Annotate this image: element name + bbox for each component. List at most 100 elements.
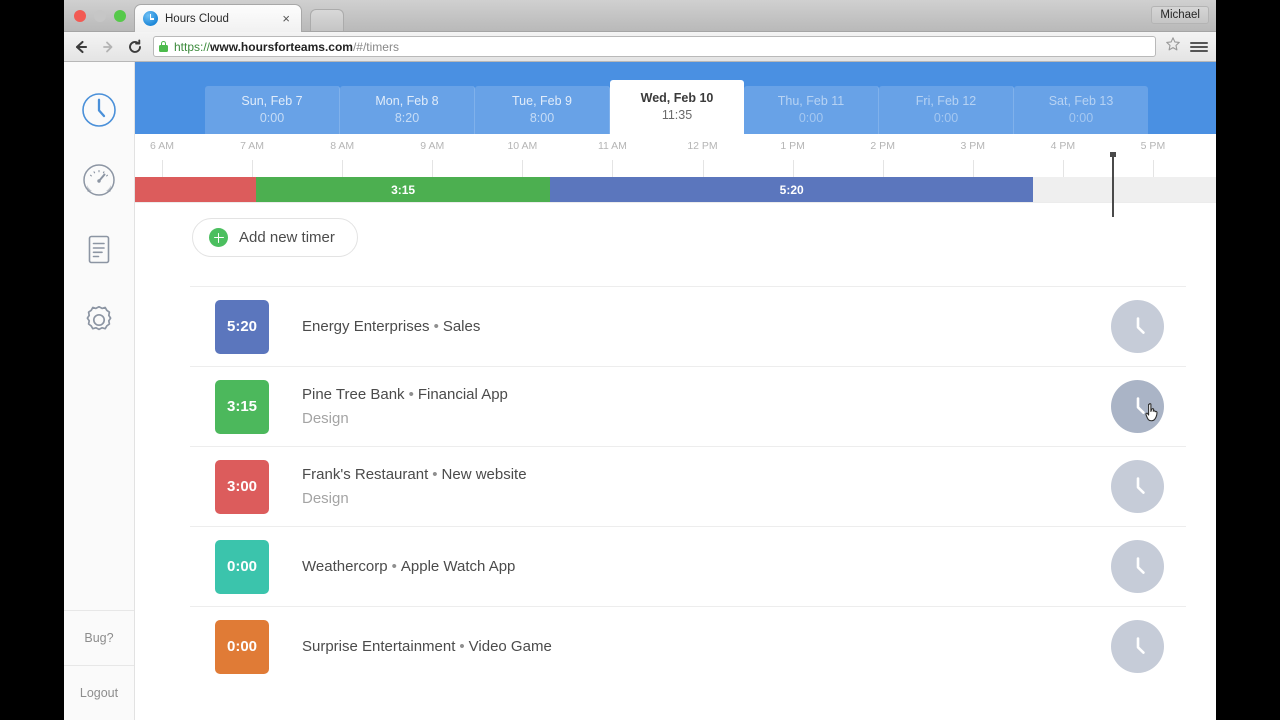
- day-tab-total: 0:00: [1068, 111, 1094, 125]
- day-tab-sat-feb-13[interactable]: Sat, Feb 13 0:00: [1014, 86, 1148, 134]
- star-icon[interactable]: [1165, 36, 1181, 57]
- new-tab-button[interactable]: [310, 9, 344, 31]
- timeline-tick-label: 2 PM: [870, 140, 895, 152]
- timeline-tick-mark: [612, 160, 614, 177]
- timeline-tick-mark: [1062, 160, 1064, 177]
- sidebar-item-dashboard[interactable]: [77, 158, 121, 202]
- address-bar[interactable]: https://www.hoursforteams.com/#/timers: [153, 36, 1156, 57]
- timer-title: Surprise Entertainment • Video Game: [302, 635, 1111, 659]
- browser-profile-button[interactable]: Michael: [1151, 6, 1209, 24]
- timer-client: Pine Tree Bank: [302, 385, 405, 403]
- timer-separator: •: [432, 465, 438, 483]
- add-timer-row: Add new timer: [135, 196, 1216, 257]
- timeline-tick-mark: [432, 160, 434, 177]
- sidebar-item-logout[interactable]: Logout: [64, 665, 134, 720]
- sidebar-item-bug[interactable]: Bug?: [64, 610, 134, 665]
- timer-row[interactable]: 5:20 Energy Enterprises • Sales: [190, 286, 1186, 366]
- timeline-tick-mark: [252, 160, 254, 177]
- close-window-button[interactable]: [74, 10, 86, 22]
- tab-title: Hours Cloud: [165, 12, 229, 25]
- timeline-tick-mark: [882, 160, 884, 177]
- day-tab-sun-feb-7[interactable]: Sun, Feb 7 0:00: [205, 86, 340, 134]
- timeline-tick-mark: [1152, 160, 1154, 177]
- timer-client: Surprise Entertainment: [302, 637, 456, 655]
- timeline-tick-label: 4 PM: [1050, 140, 1076, 152]
- day-tab-label: Thu, Feb 11: [777, 94, 845, 108]
- timer-duration-value: 0:00: [226, 558, 258, 575]
- browser-tab-strip: Hours Cloud × Michael: [64, 0, 1216, 32]
- minimize-window-button[interactable]: [94, 10, 106, 22]
- browser-tab[interactable]: Hours Cloud ×: [134, 4, 302, 32]
- timer-task: Design: [302, 489, 349, 507]
- url-text: https://www.hoursforteams.com/#/timers: [174, 40, 399, 54]
- timeline-tick-mark: [792, 160, 794, 177]
- sidebar-item-reports[interactable]: [77, 228, 121, 272]
- timeline-segment-label: 3:15: [391, 182, 416, 197]
- plus-circle-icon: [209, 228, 228, 247]
- day-tab-wed-feb-10[interactable]: Wed, Feb 10 11:35: [610, 80, 744, 134]
- start-timer-clock-icon[interactable]: [1111, 460, 1164, 513]
- timer-duration-chip: 0:00: [215, 539, 269, 594]
- maximize-window-button[interactable]: [114, 10, 126, 22]
- start-timer-clock-icon[interactable]: [1111, 300, 1164, 353]
- back-arrow-icon[interactable]: [72, 38, 90, 56]
- timer-title: Energy Enterprises • Sales: [302, 315, 1111, 339]
- add-new-timer-label: Add new timer: [239, 229, 335, 246]
- timer-text: Surprise Entertainment • Video Game: [302, 635, 1111, 659]
- timeline-tick-label: 6 AM: [150, 140, 174, 152]
- main-content: Sun, Feb 7 0:00 Mon, Feb 8 8:20 Tue, Feb 9 8:…: [135, 62, 1216, 720]
- hamburger-menu-icon[interactable]: [1190, 41, 1208, 52]
- day-tab-label: Sun, Feb 7: [241, 94, 303, 108]
- timer-duration-value: 3:15: [226, 398, 258, 415]
- timer-project: New website: [441, 465, 527, 483]
- timer-row[interactable]: 3:00 Frank's Restaurant • New website Design: [190, 446, 1186, 526]
- timer-text: Energy Enterprises • Sales: [302, 315, 1111, 339]
- timer-title: Weathercorp • Apple Watch App: [302, 555, 1111, 579]
- day-tab-mon-feb-8[interactable]: Mon, Feb 8 8:20: [340, 86, 475, 134]
- sidebar-footer: Bug? Logout: [64, 610, 134, 720]
- clock-icon: [143, 11, 158, 26]
- day-tab-tue-feb-9[interactable]: Tue, Feb 9 8:00: [475, 86, 610, 134]
- timer-project: Apple Watch App: [400, 557, 516, 575]
- timeline-tick-label: 5 PM: [1140, 140, 1166, 152]
- day-tab-thu-feb-11[interactable]: Thu, Feb 11 0:00: [744, 86, 879, 134]
- timeline-tick-mark: [972, 160, 974, 177]
- timer-duration-chip: 3:00: [215, 459, 269, 514]
- timer-client: Energy Enterprises: [302, 317, 430, 335]
- timeline-segment-label: 5:20: [779, 182, 804, 197]
- day-tab-label: Fri, Feb 12: [915, 94, 977, 108]
- day-tab-total: 0:00: [259, 111, 285, 125]
- timeline-tick-mark: [702, 160, 704, 177]
- sidebar-item-settings[interactable]: [77, 298, 121, 342]
- timer-separator: •: [433, 317, 439, 335]
- sidebar-item-timers[interactable]: [77, 88, 121, 132]
- forward-arrow-icon[interactable]: [99, 38, 117, 56]
- timer-row[interactable]: 0:00 Weathercorp • Apple Watch App: [190, 526, 1186, 606]
- timer-text: Pine Tree Bank • Financial App Design: [302, 383, 1111, 431]
- browser-toolbar: https://www.hoursforteams.com/#/timers: [64, 32, 1216, 62]
- day-tab-label: Tue, Feb 9: [512, 94, 572, 108]
- reload-icon[interactable]: [126, 38, 144, 56]
- timer-row[interactable]: 0:00 Surprise Entertainment • Video Game: [190, 606, 1186, 686]
- day-tab-total: 11:35: [661, 108, 693, 122]
- day-tab-total: 0:00: [798, 111, 824, 125]
- url-host: www.hoursforteams.com: [210, 39, 353, 54]
- clock-icon: [1136, 636, 1145, 654]
- browser-window: Hours Cloud × Michael https://www.hoursf…: [64, 0, 1216, 720]
- timeline-ruler: 5 PM 4 PM 3 PM 2 PM 1 PM 12 PM 11 AM 10 AM 9 AM 8…: [135, 134, 1216, 217]
- add-new-timer-button[interactable]: Add new timer: [192, 218, 358, 257]
- timer-row[interactable]: 3:15 Pine Tree Bank • Financial App Design: [190, 366, 1186, 446]
- lock-icon: [159, 41, 168, 52]
- start-timer-clock-icon[interactable]: [1111, 380, 1164, 433]
- timers-list: 5:20 Energy Enterprises • Sales 3:15 Pine Tre…: [190, 286, 1186, 686]
- timeline-tick-label: 8 AM: [330, 140, 355, 152]
- timeline-tick-label: 11 AM: [597, 140, 627, 152]
- day-tab-fri-feb-12[interactable]: Fri, Feb 12 0:00: [879, 86, 1014, 134]
- timer-task: Design: [302, 409, 349, 427]
- timer-separator: •: [459, 637, 465, 655]
- start-timer-clock-icon[interactable]: [1111, 620, 1164, 673]
- timeline-tick-mark: [522, 160, 524, 177]
- close-icon[interactable]: ×: [279, 10, 293, 27]
- start-timer-clock-icon[interactable]: [1111, 540, 1164, 593]
- timer-title: Frank's Restaurant • New website: [302, 463, 1111, 487]
